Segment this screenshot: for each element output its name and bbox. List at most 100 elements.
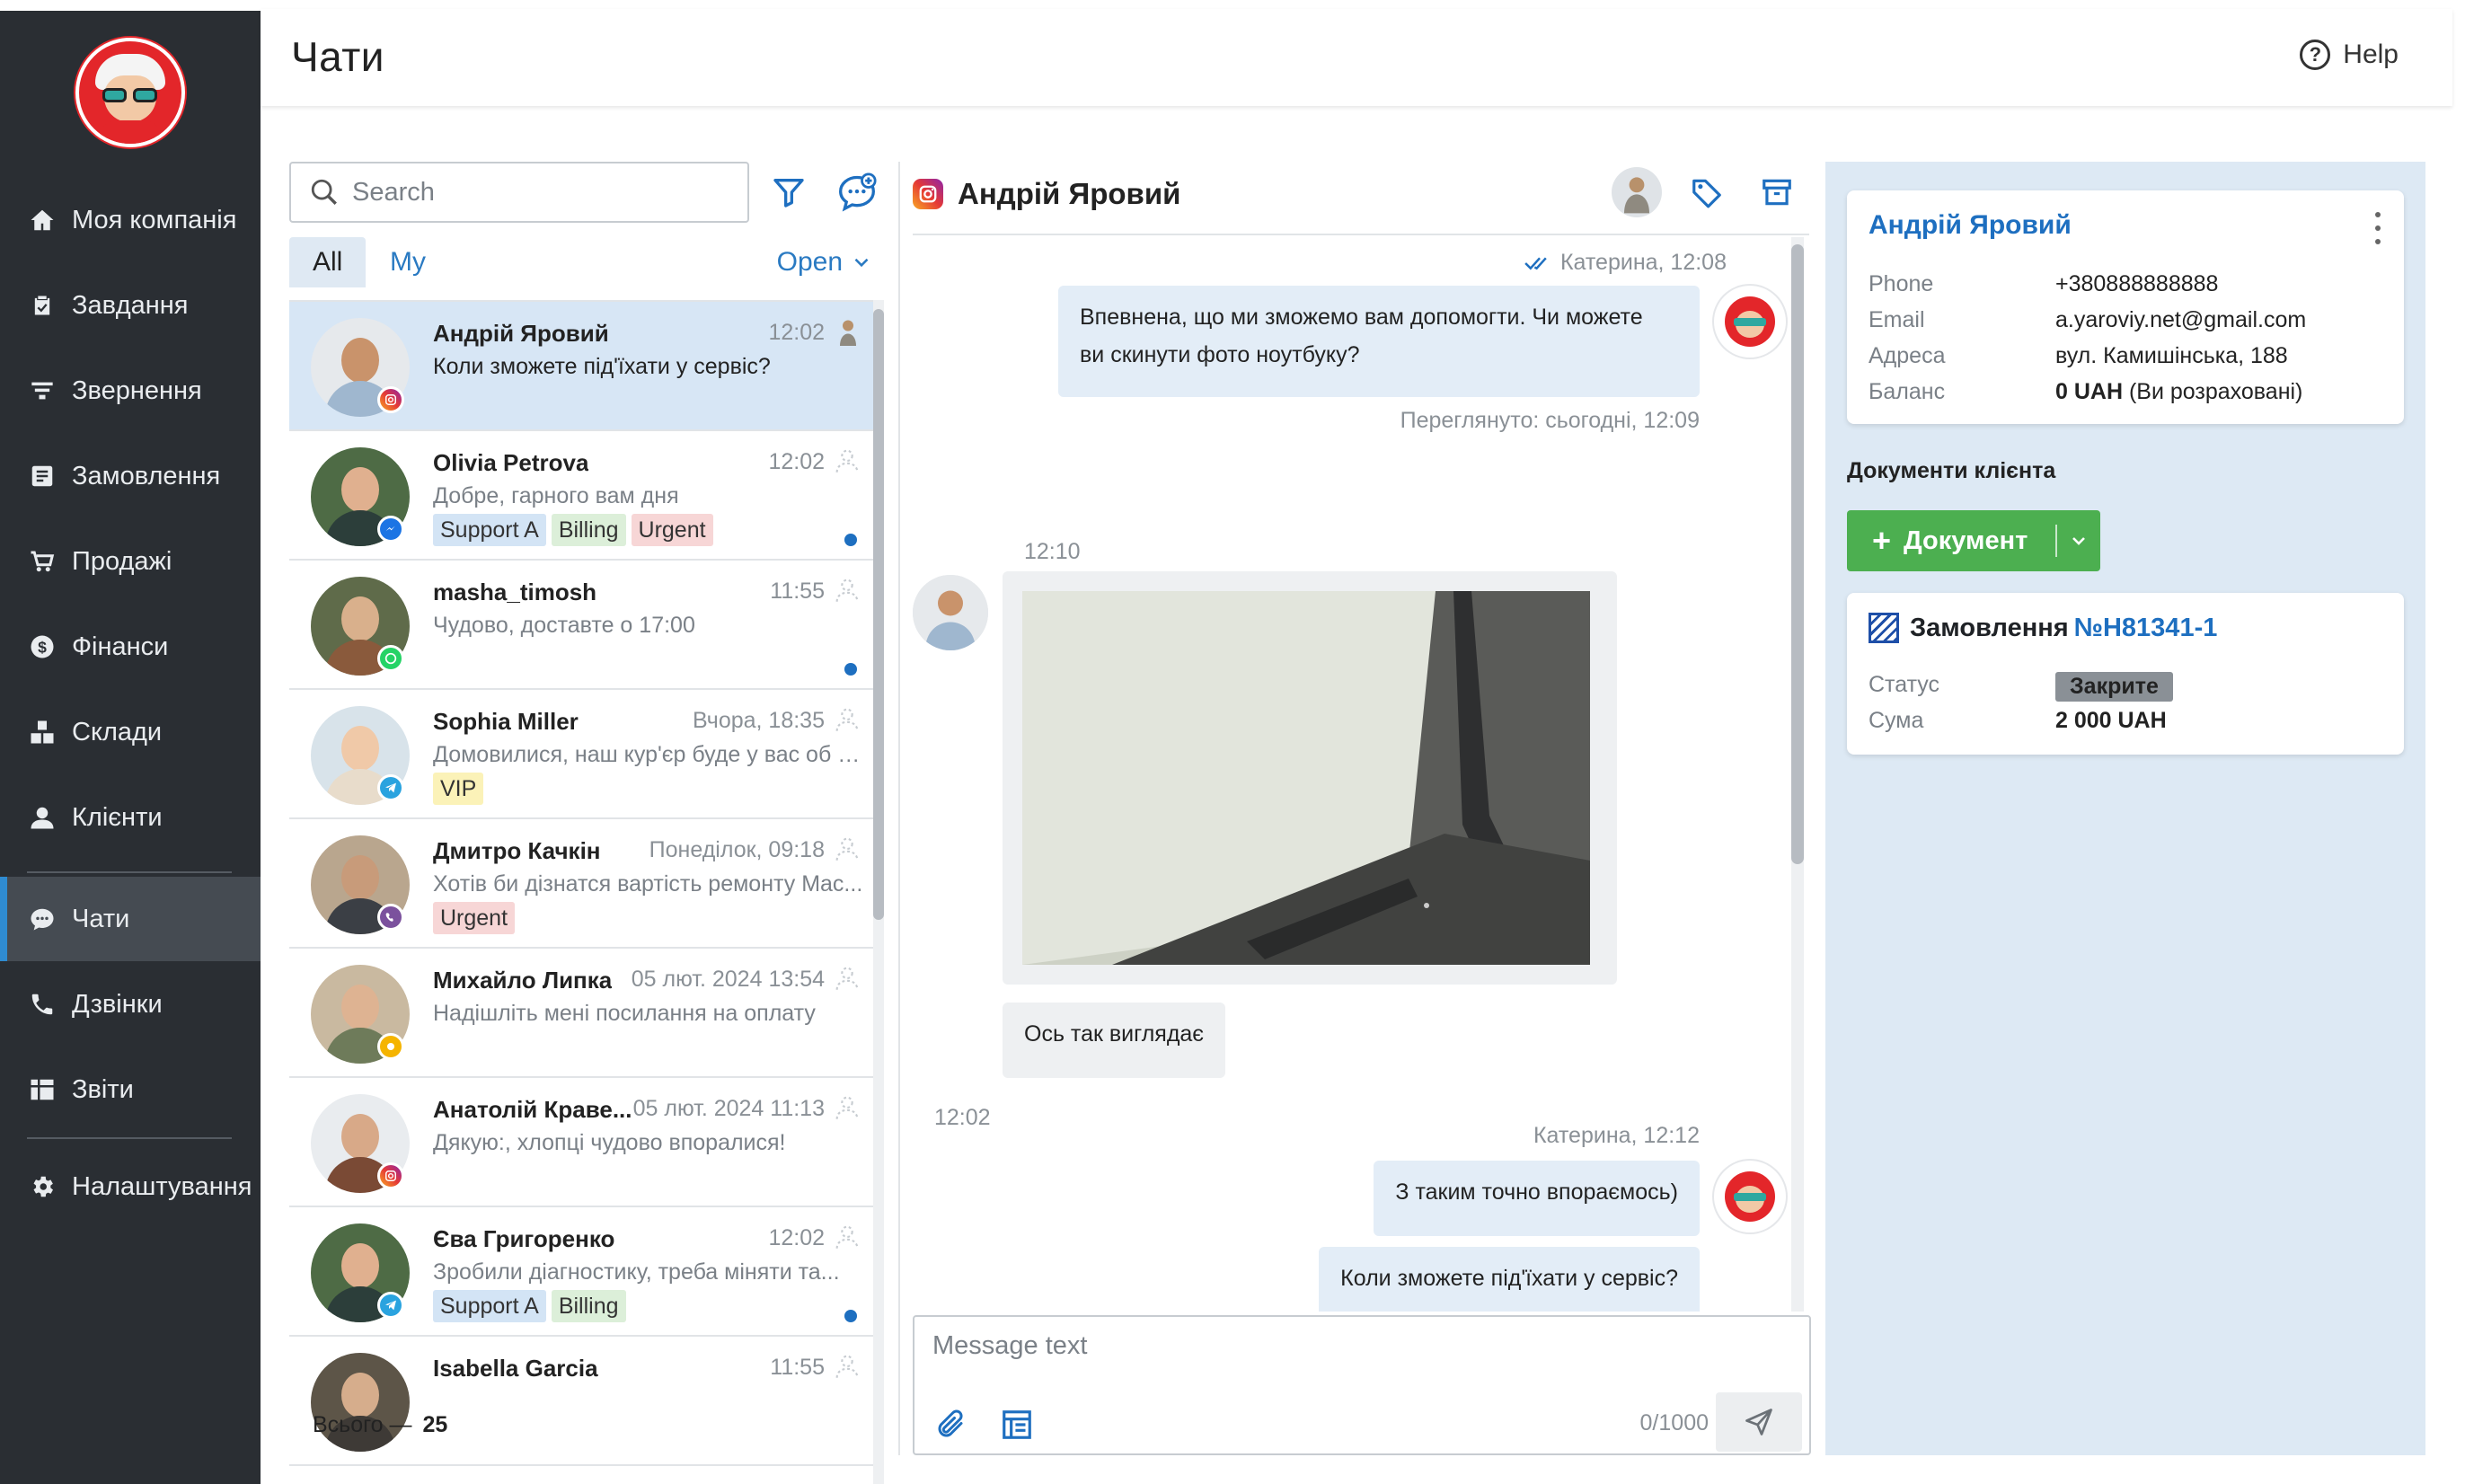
search-box — [289, 162, 749, 223]
chat-list-item[interactable]: Михайло Липка 05 лют. 2024 13:54 Надішлі… — [289, 949, 873, 1078]
unread-dot — [844, 1310, 857, 1322]
message-scrollbar[interactable] — [1791, 237, 1804, 1312]
chat-list-item[interactable]: Дмитро Качкін Понеділок, 09:18 Хотів би … — [289, 819, 873, 949]
chat-time: 05 лют. 2024 13:54 — [631, 967, 825, 992]
whatsapp-icon — [377, 645, 404, 672]
message-time: 12:02 — [934, 1105, 991, 1130]
tag-vip: VIP — [433, 773, 484, 805]
sidebar-item-warehouses[interactable]: Склади — [0, 690, 261, 774]
sidebar-item-clients[interactable]: Клієнти — [0, 775, 261, 860]
sidebar-item-chats[interactable]: Чати — [0, 877, 261, 961]
client-field-balance: Баланс 0 UAH (Ви розраховані) — [1869, 379, 2303, 404]
chat-contact-name: Єва Григоренко — [433, 1225, 615, 1252]
chat-last-message: Надішліть мені посилання на оплату — [433, 1001, 816, 1026]
chat-list-item[interactable]: Анатолій Краве... 05 лют. 2024 11:13 Дяк… — [289, 1078, 873, 1207]
seen-status: Переглянуто: сьогодні, 12:09 — [1400, 408, 1700, 433]
sidebar-item-label: Моя компанія — [72, 205, 237, 234]
receipt-icon — [27, 461, 57, 491]
help-button[interactable]: ? Help — [2300, 40, 2399, 70]
chat-list-item[interactable]: Андрій Яровий 12:02 Коли зможете під'їха… — [289, 302, 873, 431]
sidebar-item-reports[interactable]: Звіти — [0, 1047, 261, 1132]
sidebar-item-sales[interactable]: Продажі — [0, 519, 261, 604]
page-title: Чати — [291, 33, 384, 80]
chat-list-item[interactable]: masha_timosh 11:55 Чудово, доставте о 17… — [289, 561, 873, 690]
unread-dot — [844, 534, 857, 546]
sidebar-item-calls[interactable]: Дзвінки — [0, 962, 261, 1047]
help-icon: ? — [2300, 40, 2331, 70]
chat-time: 11:55 — [770, 579, 825, 604]
chat-list-scrollbar[interactable] — [873, 300, 884, 1484]
incoming-message: Ось так виглядає — [1003, 1003, 1226, 1078]
unassigned-agent-icon — [832, 963, 864, 995]
tab-all[interactable]: All — [289, 237, 367, 287]
more-options-icon[interactable] — [2373, 212, 2382, 244]
chat-time: 12:02 — [768, 320, 825, 345]
sidebar-item-label: Продажі — [72, 546, 172, 576]
total-label: Всього — — [313, 1412, 412, 1437]
sidebar-item-label: Звіти — [72, 1074, 134, 1104]
chat-last-message: Чудово, доставте о 17:00 — [433, 613, 695, 638]
sidebar-item-label: Звернення — [72, 375, 202, 405]
client-name[interactable]: Андрій Яровий — [1869, 210, 2072, 241]
sidebar-item-requests[interactable]: Звернення — [0, 349, 261, 433]
send-button[interactable] — [1716, 1392, 1802, 1452]
viber-icon — [377, 904, 404, 931]
total-chats: Всього — 25 — [313, 1412, 447, 1438]
client-field-email: Email a.yaroviy.net@gmail.com — [1869, 307, 2307, 332]
chat-tags: Support A Billing Urgent — [433, 514, 713, 546]
sidebar-item-tasks[interactable]: Завдання — [0, 263, 261, 348]
sidebar-item-finance[interactable]: $ Фінанси — [0, 605, 261, 689]
chat-contact-name: Isabella Garcia — [433, 1355, 598, 1382]
tag-billing: Billing — [551, 1290, 626, 1322]
chat-list-item[interactable]: Єва Григоренко 12:02 Зробили діагностику… — [289, 1207, 873, 1337]
chat-last-message: Зробили діагностику, треба міняти та... — [433, 1259, 840, 1285]
chat-contact-name: Андрій Яровий — [433, 320, 609, 347]
sidebar-item-company[interactable]: Моя компанія — [0, 178, 261, 262]
outgoing-message: З таким точно впораємось) — [1374, 1161, 1700, 1236]
laptop-photo[interactable] — [1022, 591, 1590, 965]
search-icon — [311, 179, 337, 205]
chevron-down-icon[interactable] — [2068, 530, 2090, 552]
sidebar-item-label: Фінанси — [72, 632, 169, 661]
chat-list-item[interactable]: Olivia Petrova 12:02 Добре, гарного вам … — [289, 431, 873, 561]
unassigned-agent-icon — [832, 834, 864, 866]
tag-urgent: Urgent — [433, 902, 516, 934]
sidebar-item-settings[interactable]: Налаштування — [0, 1144, 261, 1229]
chat-last-message: Дякую:, хлопці чудово впоралися! — [433, 1130, 786, 1155]
telegram-icon — [377, 774, 404, 801]
sidebar-item-label: Склади — [72, 717, 163, 746]
status-filter-dropdown[interactable]: Open — [777, 237, 873, 287]
tag-icon[interactable] — [1682, 167, 1732, 217]
new-chat-icon[interactable] — [837, 172, 877, 212]
search-input[interactable] — [352, 177, 729, 208]
sidebar-top-strip — [0, 0, 261, 11]
archive-icon[interactable] — [1752, 167, 1802, 217]
chat-list-item[interactable]: Sophia Miller Вчора, 18:35 Домовилися, н… — [289, 690, 873, 819]
sidebar-divider — [27, 871, 232, 873]
message-time: 12:10 — [1024, 539, 1081, 564]
assigned-agent-avatar — [832, 316, 864, 349]
tab-my[interactable]: My — [367, 237, 449, 287]
dollar-icon: $ — [27, 632, 57, 662]
status-badge: Закрите — [2055, 672, 2173, 702]
client-field-address: Адреса вул. Камишінська, 188 — [1869, 343, 2288, 368]
assigned-agent-avatar[interactable] — [1612, 167, 1662, 217]
template-icon[interactable] — [999, 1407, 1035, 1443]
chat-list-item[interactable]: Isabella Garcia 11:55 — [289, 1337, 873, 1466]
company-logo[interactable] — [75, 38, 185, 147]
add-document-button[interactable]: + Документ — [1847, 510, 2100, 571]
message-input[interactable] — [932, 1331, 1777, 1376]
unassigned-agent-icon — [832, 1222, 864, 1254]
message-meta: Катерина, 12:12 — [1533, 1123, 1700, 1148]
sidebar-item-orders[interactable]: Замовлення — [0, 434, 261, 518]
attach-icon[interactable] — [932, 1407, 968, 1443]
chat-time: Понеділок, 09:18 — [649, 837, 825, 862]
chat-tags: Support A Billing — [433, 1290, 626, 1322]
sidebar: Моя компанія Завдання Звернення Замовлен… — [0, 0, 261, 1484]
order-title[interactable]: Замовлення №H81341-1 — [1869, 613, 2217, 643]
message-thread: Катерина, 12:08 Впевнена, що ми зможемо … — [913, 234, 1809, 1312]
sidebar-item-label: Клієнти — [72, 802, 163, 832]
filter-icon[interactable] — [771, 174, 807, 210]
order-number[interactable]: №H81341-1 — [2074, 614, 2218, 643]
chat-contact-name: Olivia Petrova — [433, 449, 589, 476]
